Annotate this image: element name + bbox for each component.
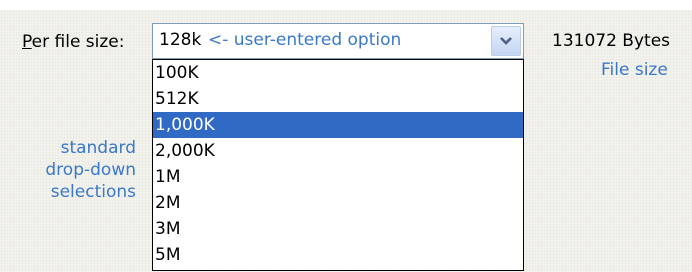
list-option-512k[interactable]: 512K bbox=[153, 86, 523, 112]
list-option-5m[interactable]: 5M bbox=[153, 242, 523, 268]
user-entered-annotation: <- user-entered option bbox=[208, 30, 402, 50]
side-note-line: standard bbox=[60, 138, 136, 158]
list-option-3m[interactable]: 3M bbox=[153, 216, 523, 242]
bytes-readout: 131072 Bytes bbox=[552, 31, 671, 51]
standard-selections-note: standard drop-down selections bbox=[10, 137, 136, 203]
chevron-down-icon bbox=[500, 37, 512, 45]
label-text: er file size: bbox=[31, 32, 125, 52]
per-file-size-label: Per file size: bbox=[22, 32, 125, 52]
label-mnemonic: P bbox=[22, 32, 32, 52]
list-option-1000k[interactable]: 1,000K bbox=[153, 112, 523, 138]
list-option-1m[interactable]: 1M bbox=[153, 164, 523, 190]
list-option-2000k[interactable]: 2,000K bbox=[153, 138, 523, 164]
combobox-value[interactable]: 128k bbox=[159, 30, 201, 50]
dropdown-button[interactable] bbox=[491, 26, 521, 56]
file-size-caption: File size bbox=[601, 60, 668, 80]
list-option-100k[interactable]: 100K bbox=[153, 60, 523, 86]
side-note-line: drop-down bbox=[45, 160, 136, 180]
size-options-list[interactable]: 100K 512K 1,000K 2,000K 1M 2M 3M 5M bbox=[152, 59, 524, 271]
list-option-2m[interactable]: 2M bbox=[153, 190, 523, 216]
file-size-combobox[interactable]: 128k <- user-entered option bbox=[152, 23, 524, 59]
side-note-line: selections bbox=[50, 182, 136, 202]
